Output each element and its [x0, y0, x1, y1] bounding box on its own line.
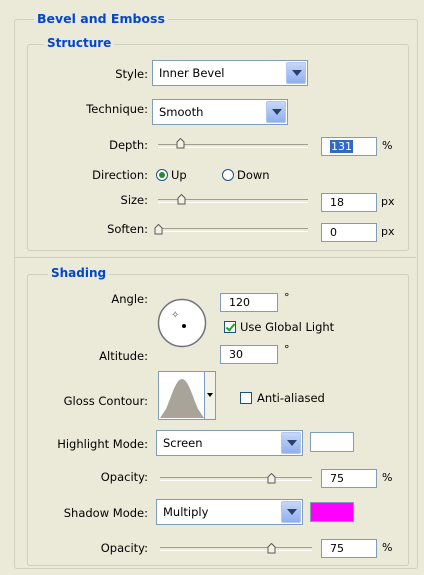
use-global-light-checkbox[interactable] — [224, 321, 236, 333]
shadow-opacity-slider-track[interactable] — [160, 547, 312, 551]
chevron-down-icon — [207, 393, 213, 397]
highlight-opacity-label: Opacity: — [100, 470, 148, 484]
svg-text:✧: ✧ — [171, 310, 179, 321]
gloss-contour-label: Gloss Contour: — [63, 394, 148, 408]
contour-preview-icon — [160, 379, 204, 418]
chevron-down-icon[interactable] — [281, 432, 301, 454]
shadow-mode-label: Shadow Mode: — [63, 506, 148, 520]
chevron-down-icon[interactable] — [266, 101, 286, 123]
altitude-unit: ° — [284, 343, 290, 356]
shadow-color-swatch[interactable] — [310, 502, 354, 522]
structure-title: Structure — [44, 36, 115, 50]
soften-label: Soften: — [107, 222, 148, 236]
technique-dropdown[interactable]: Smooth — [152, 99, 288, 125]
section-divider — [14, 257, 416, 258]
direction-up-radio[interactable] — [156, 169, 168, 181]
soften-slider-track[interactable] — [158, 228, 308, 232]
highlight-opacity-unit: % — [382, 471, 393, 484]
style-dropdown[interactable]: Inner Bevel — [152, 60, 308, 86]
shadow-opacity-slider-thumb[interactable] — [267, 543, 276, 554]
shadow-opacity-input[interactable]: 75 — [321, 539, 377, 558]
depth-input[interactable]: 131 — [321, 137, 377, 156]
chevron-down-icon[interactable] — [286, 62, 306, 84]
highlight-opacity-slider-track[interactable] — [160, 477, 312, 481]
soften-input[interactable]: 0 — [321, 223, 377, 242]
depth-label: Depth: — [109, 138, 148, 152]
direction-label: Direction: — [92, 168, 148, 182]
chevron-down-icon[interactable] — [281, 501, 301, 523]
size-input[interactable]: 18 — [321, 193, 377, 212]
direction-down-radio[interactable] — [222, 169, 234, 181]
angle-label: Angle: — [111, 292, 148, 306]
anti-aliased-label[interactable]: Anti-aliased — [257, 391, 325, 405]
technique-value: Smooth — [159, 105, 204, 119]
use-global-light-label[interactable]: Use Global Light — [240, 320, 334, 334]
shadow-opacity-label: Opacity: — [100, 541, 148, 555]
style-label: Style: — [115, 67, 148, 81]
shadow-mode-value: Multiply — [163, 505, 209, 519]
direction-up-label[interactable]: Up — [171, 168, 187, 182]
soften-unit: px — [381, 225, 395, 238]
highlight-mode-dropdown[interactable]: Screen — [156, 430, 303, 456]
depth-slider-thumb[interactable] — [176, 138, 185, 149]
angle-unit: ° — [284, 291, 290, 304]
shading-title: Shading — [48, 266, 110, 280]
highlight-opacity-input[interactable]: 75 — [321, 469, 377, 488]
altitude-label: Altitude: — [99, 349, 148, 363]
shadow-opacity-unit: % — [382, 541, 393, 554]
technique-label: Technique: — [86, 102, 148, 116]
depth-unit: % — [382, 139, 393, 152]
size-slider-thumb[interactable] — [177, 194, 186, 205]
soften-slider-thumb[interactable] — [154, 224, 163, 235]
bevel-emboss-title: Bevel and Emboss — [34, 11, 168, 26]
shadow-mode-dropdown[interactable]: Multiply — [156, 499, 303, 525]
altitude-input[interactable]: 30 — [220, 345, 278, 364]
highlight-mode-value: Screen — [163, 436, 203, 450]
highlight-mode-label: Highlight Mode: — [57, 437, 148, 451]
highlight-opacity-slider-thumb[interactable] — [267, 473, 276, 484]
angle-input[interactable]: 120 — [220, 293, 278, 312]
contour-dropdown-button[interactable] — [204, 372, 215, 419]
anti-aliased-checkbox[interactable] — [240, 392, 252, 404]
size-unit: px — [381, 195, 395, 208]
style-value: Inner Bevel — [159, 66, 225, 80]
direction-down-label[interactable]: Down — [237, 168, 270, 182]
size-label: Size: — [120, 193, 148, 207]
gloss-contour-picker[interactable] — [158, 371, 216, 420]
angle-dial-icon[interactable]: ✧ — [157, 298, 207, 348]
highlight-color-swatch[interactable] — [310, 432, 354, 452]
